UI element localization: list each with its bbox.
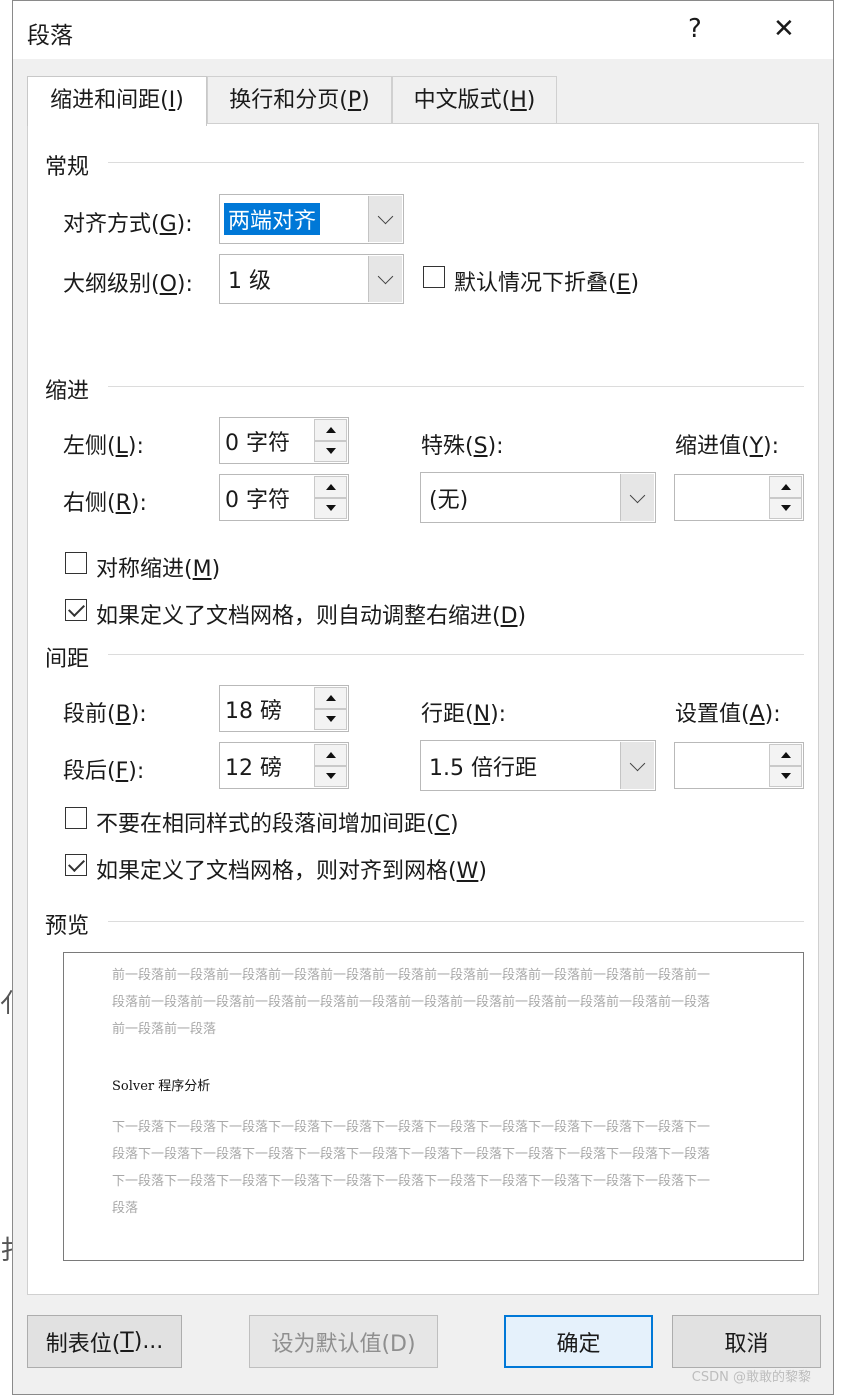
title-bar: 段落 ? ✕ <box>13 1 833 59</box>
spin-down-icon[interactable] <box>314 497 347 519</box>
outline-level-value: 1 级 <box>228 269 271 294</box>
spin-up-icon[interactable] <box>314 687 347 709</box>
indent-right-label: 右侧(R): <box>63 491 147 516</box>
section-general-title: 常规 <box>45 155 90 180</box>
set-as-default-button[interactable]: 设为默认值(D) <box>249 1315 438 1368</box>
spacing-after-value: 12 磅 <box>225 755 282 781</box>
section-indentation-title: 缩进 <box>45 379 90 404</box>
auto-adjust-indent-label[interactable]: 如果定义了文档网格，则自动调整右缩进(D) <box>96 598 526 630</box>
spin-up-icon[interactable] <box>769 476 802 498</box>
indent-right-value: 0 字符 <box>225 487 290 513</box>
indents-spacing-panel: 常规 对齐方式(G): 两端对齐 大纲级别(O): 1 级 默认情况下折叠(E)… <box>27 123 819 1295</box>
ok-button[interactable]: 确定 <box>504 1315 653 1368</box>
preview-current-paragraph: Solver 程序分析 <box>112 1079 211 1094</box>
divider <box>108 921 804 922</box>
spin-up-icon[interactable] <box>769 744 802 766</box>
divider <box>108 162 804 163</box>
special-indent-label: 特殊(S): <box>421 434 504 459</box>
indent-left-label: 左侧(L): <box>63 434 144 459</box>
collapse-default-checkbox[interactable] <box>423 266 445 288</box>
spin-down-icon[interactable] <box>769 497 802 519</box>
alignment-label: 对齐方式(G): <box>63 212 193 237</box>
snap-to-grid-checkbox[interactable] <box>65 854 87 876</box>
spin-up-icon[interactable] <box>314 419 347 441</box>
spacing-before-spinner[interactable]: 18 磅 <box>219 685 349 732</box>
spin-down-icon[interactable] <box>314 765 347 787</box>
chevron-down-icon[interactable] <box>620 474 654 521</box>
line-spacing-value: 1.5 倍行距 <box>429 755 537 781</box>
chevron-down-icon[interactable] <box>620 742 654 789</box>
outline-level-label: 大纲级别(O): <box>63 272 193 297</box>
watermark: CSDN @敢敢的黎黎 <box>691 1370 811 1385</box>
outline-level-select[interactable]: 1 级 <box>219 254 404 304</box>
line-spacing-select[interactable]: 1.5 倍行距 <box>420 740 656 791</box>
spin-down-icon[interactable] <box>769 765 802 787</box>
tabs-button[interactable]: 制表位(T)... <box>27 1315 182 1368</box>
cancel-button[interactable]: 取消 <box>672 1315 821 1368</box>
alignment-value: 两端对齐 <box>222 202 322 236</box>
indent-left-spinner[interactable]: 0 字符 <box>219 417 349 464</box>
line-spacing-label: 行距(N): <box>421 702 507 727</box>
indent-by-label: 缩进值(Y): <box>675 434 780 459</box>
divider <box>108 386 804 387</box>
chevron-down-icon[interactable] <box>368 196 402 242</box>
spacing-after-spinner[interactable]: 12 磅 <box>219 742 349 789</box>
paragraph-preview: 前一段落前一段落前一段落前一段落前一段落前一段落前一段落前一段落前一段落前一段落… <box>63 952 804 1261</box>
alignment-select[interactable]: 两端对齐 <box>219 194 404 244</box>
collapse-default-label[interactable]: 默认情况下折叠(E) <box>454 265 639 297</box>
dialog-title: 段落 <box>27 23 73 49</box>
indent-right-spinner[interactable]: 0 字符 <box>219 474 349 521</box>
spin-up-icon[interactable] <box>314 476 347 498</box>
spacing-at-label: 设置值(A): <box>675 702 781 727</box>
special-indent-value: (无) <box>429 487 469 513</box>
preview-next-paragraph: 下一段落下一段落下一段落下一段落下一段落下一段落下一段落下一段落下一段落下一段落… <box>112 1120 711 1216</box>
divider <box>108 654 804 655</box>
preview-previous-paragraph: 前一段落前一段落前一段落前一段落前一段落前一段落前一段落前一段落前一段落前一段落… <box>112 968 711 1037</box>
spacing-before-value: 18 磅 <box>225 698 282 724</box>
snap-to-grid-label[interactable]: 如果定义了文档网格，则对齐到网格(W) <box>96 853 487 885</box>
auto-adjust-indent-checkbox[interactable] <box>65 599 87 621</box>
section-spacing-title: 间距 <box>45 647 90 672</box>
close-icon[interactable]: ✕ <box>773 13 795 45</box>
spacing-before-label: 段前(B): <box>63 702 147 727</box>
chevron-down-icon[interactable] <box>368 256 402 302</box>
paragraph-dialog: 段落 ? ✕ 缩进和间距(I) 换行和分页(P) 中文版式(H) 常规 对齐方式… <box>12 0 834 1395</box>
mirror-indents-label[interactable]: 对称缩进(M) <box>96 551 220 583</box>
spin-up-icon[interactable] <box>314 744 347 766</box>
indent-by-spinner[interactable] <box>674 474 804 521</box>
tab-asian-typography[interactable]: 中文版式(H) <box>392 76 557 124</box>
mirror-indents-checkbox[interactable] <box>65 552 87 574</box>
no-space-same-style-checkbox[interactable] <box>65 807 87 829</box>
indent-left-value: 0 字符 <box>225 430 290 456</box>
tab-line-page-breaks[interactable]: 换行和分页(P) <box>207 76 392 124</box>
special-indent-select[interactable]: (无) <box>420 472 656 523</box>
section-preview-title: 预览 <box>45 914 90 939</box>
help-icon[interactable]: ? <box>688 13 702 45</box>
spacing-at-spinner[interactable] <box>674 742 804 789</box>
tab-indents-spacing[interactable]: 缩进和间距(I) <box>27 76 207 126</box>
spacing-after-label: 段后(F): <box>63 759 145 784</box>
spin-down-icon[interactable] <box>314 440 347 462</box>
no-space-same-style-label[interactable]: 不要在相同样式的段落间增加间距(C) <box>96 806 459 838</box>
spin-down-icon[interactable] <box>314 708 347 730</box>
